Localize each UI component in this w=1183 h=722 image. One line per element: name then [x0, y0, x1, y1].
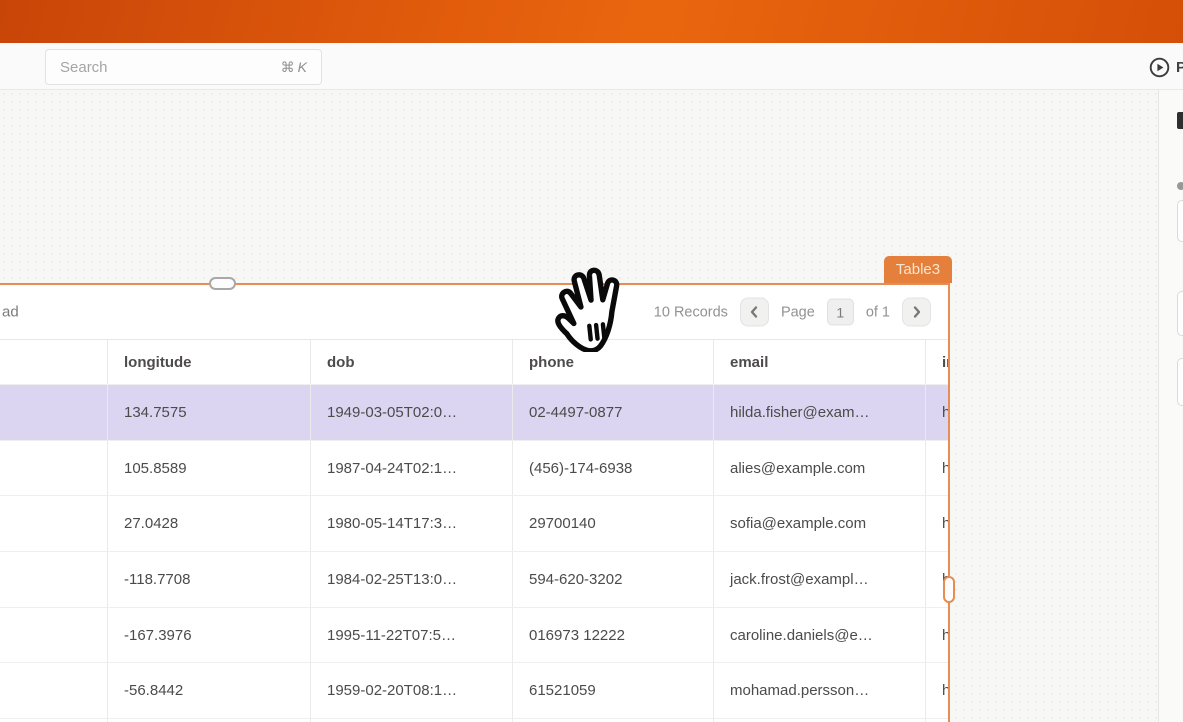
table-cell: [0, 608, 107, 663]
table-cell: 27.0428: [107, 496, 310, 551]
table-cell: [0, 441, 107, 496]
table-cell: [0, 496, 107, 551]
table-cell: 134.7575: [107, 385, 310, 440]
widget-resize-handle-right[interactable]: [943, 576, 955, 603]
table-cell: 61521059: [512, 663, 713, 718]
panel-dot-icon: [1177, 182, 1183, 190]
app-header-bar: [0, 0, 1183, 43]
panel-input-partial[interactable]: [1177, 358, 1183, 406]
panel-input-partial[interactable]: [1177, 291, 1183, 336]
table-cell: (456)-174-6938: [512, 441, 713, 496]
table-cell: 1959-02-20T08:1…: [310, 663, 512, 718]
table-pagination: 10 Records Page of 1: [654, 298, 931, 327]
table-cell: 016973 12222: [512, 608, 713, 663]
table-cell: mohamad.persson…: [713, 663, 925, 718]
search-shortcut: ⌘K: [281, 59, 307, 76]
table-cell: ht: [925, 496, 948, 551]
table-cell: caroline.daniels@e…: [713, 608, 925, 663]
table-cell: 594-620-3202: [512, 552, 713, 607]
table-row[interactable]: -56.8442 1959-02-20T08:1… 61521059 moham…: [0, 662, 948, 718]
table-cell: 1987-04-24T02:1…: [310, 441, 512, 496]
chevron-right-icon: [912, 306, 922, 319]
table-toolbar: ad 10 Records Page of 1: [0, 285, 948, 339]
widget-name-tab[interactable]: Table3: [884, 256, 952, 283]
table-cell: jack.frost@exampl…: [713, 552, 925, 607]
table-cell: alies@example.com: [713, 441, 925, 496]
table-cell: -167.3976: [107, 608, 310, 663]
prev-page-button[interactable]: [740, 298, 769, 327]
table-header-row: longitude dob phone email im: [0, 339, 948, 384]
run-button-label[interactable]: P: [1176, 59, 1183, 76]
table-cell: -118.7708: [107, 552, 310, 607]
table-cell: 1995-11-22T07:5…: [310, 608, 512, 663]
next-page-button[interactable]: [902, 298, 931, 327]
page-total-label: of 1: [866, 304, 890, 320]
table-cell: -56.8442: [107, 663, 310, 718]
table-row[interactable]: 134.7575 1949-03-05T02:0… 02-4497-0877 h…: [0, 384, 948, 440]
column-header[interactable]: [0, 340, 107, 384]
table-row[interactable]: 27.0428 1980-05-14T17:3… 29700140 sofia@…: [0, 495, 948, 551]
property-panel: [1158, 90, 1183, 722]
table-cell: hilda.fisher@exam…: [713, 385, 925, 440]
table-cell: 105.8589: [107, 441, 310, 496]
table-toolbar-truncated-text: ad: [2, 304, 19, 321]
table-row[interactable]: -118.7708 1984-02-25T13:0… 594-620-3202 …: [0, 551, 948, 607]
table-cell: ht: [925, 663, 948, 718]
table-cell: [0, 385, 107, 440]
search-box[interactable]: ⌘K: [45, 49, 322, 85]
table-cell: ht: [925, 608, 948, 663]
editor-canvas[interactable]: Table3 ad 10 Records Page of 1: [0, 90, 1158, 722]
widget-resize-handle-top[interactable]: [209, 277, 236, 290]
table-cell: 1984-02-25T13:0…: [310, 552, 512, 607]
panel-heading-fragment: [1177, 112, 1183, 129]
table-row[interactable]: -167.3976 1995-11-22T07:5… 016973 12222 …: [0, 607, 948, 663]
table-widget[interactable]: ad 10 Records Page of 1: [0, 283, 950, 722]
table-cell: 1949-03-05T02:0…: [310, 385, 512, 440]
column-header-longitude[interactable]: longitude: [107, 340, 310, 384]
search-input[interactable]: [60, 59, 240, 76]
table-cell: 29700140: [512, 496, 713, 551]
table-cell: [0, 552, 107, 607]
table-cell: ht: [925, 385, 948, 440]
chevron-left-icon: [749, 306, 759, 319]
column-header-dob[interactable]: dob: [310, 340, 512, 384]
page-number-input[interactable]: [827, 299, 854, 326]
page-label: Page: [781, 304, 815, 320]
play-icon[interactable]: [1149, 57, 1170, 78]
table-cell: 02-4497-0877: [512, 385, 713, 440]
column-header-image[interactable]: im: [925, 340, 948, 384]
run-area[interactable]: P: [1149, 56, 1183, 78]
table-row-partial[interactable]: [0, 718, 948, 722]
table-cell: ht: [925, 441, 948, 496]
table-cell: [0, 663, 107, 718]
record-count: 10 Records: [654, 304, 728, 320]
hand-grab-cursor-icon: [545, 266, 635, 352]
table-row[interactable]: 105.8589 1987-04-24T02:1… (456)-174-6938…: [0, 440, 948, 496]
panel-input-partial[interactable]: [1177, 200, 1183, 242]
search-strip: ⌘K P: [0, 43, 1183, 90]
table-cell: sofia@example.com: [713, 496, 925, 551]
table-cell: 1980-05-14T17:3…: [310, 496, 512, 551]
column-header-email[interactable]: email: [713, 340, 925, 384]
